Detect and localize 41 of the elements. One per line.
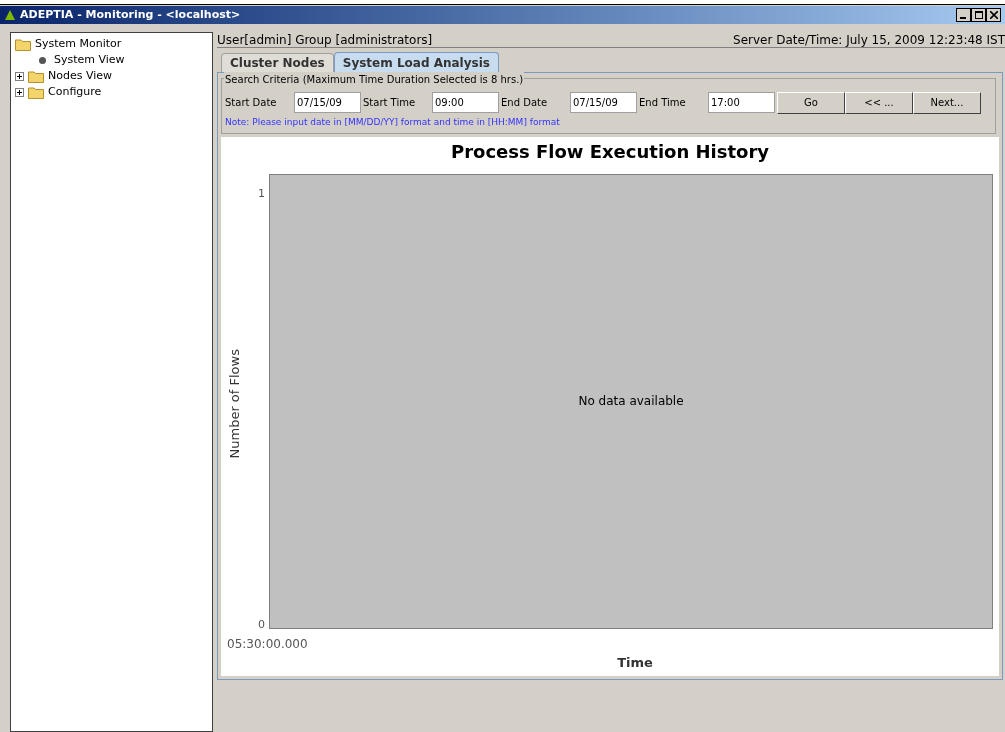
tab[interactable]: Cluster Nodes — [221, 53, 334, 72]
close-button[interactable] — [986, 8, 1001, 22]
y-axis-label: Number of Flows — [226, 349, 244, 459]
tab[interactable]: System Load Analysis — [333, 52, 499, 72]
window-title: ADEPTIA - Monitoring - <localhost> — [20, 6, 241, 23]
user-group-label: User[admin] Group [administrators] — [217, 31, 433, 49]
bullet-icon — [39, 56, 46, 64]
x-tick-label: 05:30:00.000 — [227, 635, 309, 653]
field-label: End Time — [639, 96, 687, 110]
x-axis-label: Time — [616, 653, 654, 672]
maximize-icon — [974, 11, 983, 19]
expand-icon[interactable] — [15, 71, 24, 81]
field-label: Start Date — [225, 96, 278, 110]
format-note: Note: Please input date in [MM/DD/YY] format and time in [HH:MM] format — [225, 116, 561, 129]
input-field[interactable]: 07/15/09 — [294, 92, 361, 113]
field-label: Start Time — [363, 96, 417, 110]
folder-icon — [28, 69, 44, 83]
action-button[interactable]: << ... — [845, 91, 913, 114]
tree-item[interactable]: System View — [54, 51, 125, 69]
minimize-button[interactable] — [956, 8, 971, 22]
y-tick-label: 0 — [257, 617, 265, 633]
logo-icon — [4, 9, 16, 21]
close-icon — [989, 11, 998, 19]
no-data-message: No data available — [578, 393, 684, 410]
input-field[interactable]: 09:00 — [432, 92, 499, 113]
tree-item[interactable]: Nodes View — [48, 67, 113, 85]
tree-item[interactable]: Configure — [48, 83, 102, 101]
field-label: End Date — [501, 96, 549, 110]
input-field[interactable]: 17:00 — [708, 92, 775, 113]
tree-item[interactable]: System Monitor — [35, 35, 122, 53]
group-legend: Search Criteria (Maximum Time Duration Selected is 8 hrs.) — [224, 72, 525, 87]
server-time-label: Server Date/Time: July 15, 2009 12:23:48 IST — [733, 31, 1005, 49]
action-button[interactable]: Next... — [913, 91, 981, 114]
folder-icon — [15, 37, 31, 51]
folder-icon — [28, 85, 44, 99]
chart-title: Process Flow Execution History — [449, 139, 771, 164]
y-tick-label: 1 — [257, 185, 265, 202]
expand-icon[interactable] — [15, 87, 24, 97]
input-field[interactable]: 07/15/09 — [570, 92, 637, 113]
action-button[interactable]: Go — [777, 91, 845, 114]
maximize-button[interactable] — [971, 8, 986, 22]
